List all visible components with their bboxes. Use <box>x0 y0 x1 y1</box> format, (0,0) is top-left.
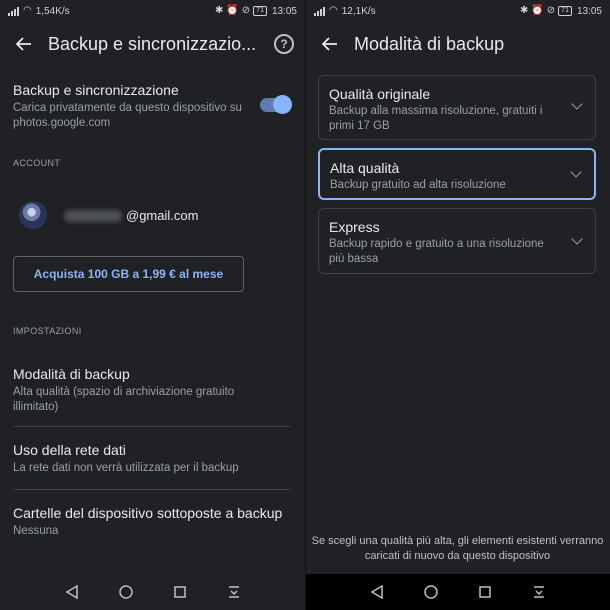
avatar[interactable] <box>19 201 47 229</box>
nav-recents-icon[interactable] <box>170 582 190 602</box>
status-bar: ◠ 12,1K/s ✱ ⏰ ⊘ 71 13:05 <box>306 0 610 22</box>
option-title: Express <box>329 219 380 235</box>
option-subtitle: Backup rapido e gratuito a una risoluzio… <box>329 238 544 265</box>
setting-device-folders[interactable]: Cartelle del dispositivo sottoposte a ba… <box>13 505 298 539</box>
nav-notifications-icon[interactable] <box>224 582 244 602</box>
account-email[interactable]: @gmail.com <box>64 208 198 223</box>
wifi-icon: ◠ <box>23 5 32 16</box>
nav-notifications-icon[interactable] <box>529 582 549 602</box>
option-express[interactable]: Express Backup rapido e gratuito a una r… <box>318 208 596 274</box>
backup-sync-row[interactable]: Backup e sincronizzazione Carica privata… <box>13 82 243 131</box>
account-section-label: ACCOUNT <box>13 158 61 168</box>
app-bar: Backup e sincronizzazio... ? <box>0 22 305 66</box>
app-bar: Modalità di backup <box>306 22 610 66</box>
option-subtitle: Backup gratuito ad alta risoluzione <box>330 179 506 191</box>
setting-title: Modalità di backup <box>13 366 130 382</box>
backup-sync-toggle[interactable] <box>260 95 292 114</box>
option-original-quality[interactable]: Qualità originale Backup alla massima ri… <box>318 75 596 140</box>
bluetooth-icon: ✱ <box>214 5 224 16</box>
network-speed: 12,1K/s <box>341 5 376 17</box>
bluetooth-icon: ✱ <box>519 5 529 16</box>
setting-backup-mode[interactable]: Modalità di backup Alta qualità (spazio … <box>13 366 273 415</box>
setting-subtitle: Alta qualità (spazio di archiviazione gr… <box>13 386 235 413</box>
chevron-down-icon <box>571 233 583 245</box>
network-speed: 1,54K/s <box>35 5 70 17</box>
backup-sync-subtitle: Carica privatamente da questo dispositiv… <box>13 102 242 129</box>
backup-sync-title: Backup e sincronizzazione <box>13 82 179 98</box>
arrow-back-icon[interactable] <box>306 37 354 51</box>
silent-icon: ⊘ <box>241 5 251 16</box>
system-nav-bar <box>306 574 610 610</box>
toggle-knob <box>273 95 292 114</box>
setting-mobile-data[interactable]: Uso della rete dati La rete dati non ver… <box>13 442 283 476</box>
nav-recents-icon[interactable] <box>475 582 495 602</box>
buy-storage-button[interactable]: Acquista 100 GB a 1,99 € al mese <box>13 256 244 292</box>
nav-back-icon[interactable] <box>367 582 387 602</box>
divider <box>13 426 291 427</box>
divider <box>13 489 291 490</box>
signal-icon <box>314 6 325 16</box>
nav-home-icon[interactable] <box>421 582 441 602</box>
nav-home-icon[interactable] <box>116 582 136 602</box>
page-title: Backup e sincronizzazio... <box>48 33 257 54</box>
status-bar: ◠ 1,54K/s ✱ ⏰ ⊘ 71 13:05 <box>0 0 305 22</box>
page-title: Modalità di backup <box>354 33 505 54</box>
system-nav-container <box>305 574 610 610</box>
blurred-username <box>64 209 122 222</box>
alarm-icon: ⏰ <box>531 5 544 16</box>
settings-section-label: IMPOSTAZIONI <box>13 326 82 336</box>
email-suffix: @gmail.com <box>126 208 199 223</box>
battery-icon: 71 <box>558 6 572 16</box>
signal-icon <box>8 6 19 16</box>
system-nav-bar <box>0 574 305 610</box>
backup-mode-footnote: Se scegli una qualità più alta, gli elem… <box>311 535 604 562</box>
battery-icon: 71 <box>253 6 267 16</box>
clock: 13:05 <box>271 5 297 17</box>
help-circle-icon[interactable]: ? <box>274 34 294 54</box>
setting-title: Cartelle del dispositivo sottoposte a ba… <box>13 505 283 521</box>
wifi-icon: ◠ <box>329 5 338 16</box>
setting-subtitle: La rete dati non verrà utilizzata per il… <box>13 462 239 474</box>
setting-title: Uso della rete dati <box>13 442 126 458</box>
setting-subtitle: Nessuna <box>13 525 59 537</box>
option-subtitle: Backup alla massima risoluzione, gratuit… <box>329 105 543 132</box>
option-title: Qualità originale <box>329 86 431 102</box>
nav-back-icon[interactable] <box>62 582 82 602</box>
backup-settings-screen: ◠ 1,54K/s ✱ ⏰ ⊘ 71 13:05 Backup e sincro… <box>0 0 305 610</box>
arrow-back-icon[interactable] <box>0 37 48 51</box>
alarm-icon: ⏰ <box>226 5 239 16</box>
option-high-quality[interactable]: Alta qualità Backup gratuito ad alta ris… <box>318 148 596 200</box>
clock: 13:05 <box>576 5 602 17</box>
silent-icon: ⊘ <box>546 5 556 16</box>
option-title: Alta qualità <box>330 160 400 176</box>
